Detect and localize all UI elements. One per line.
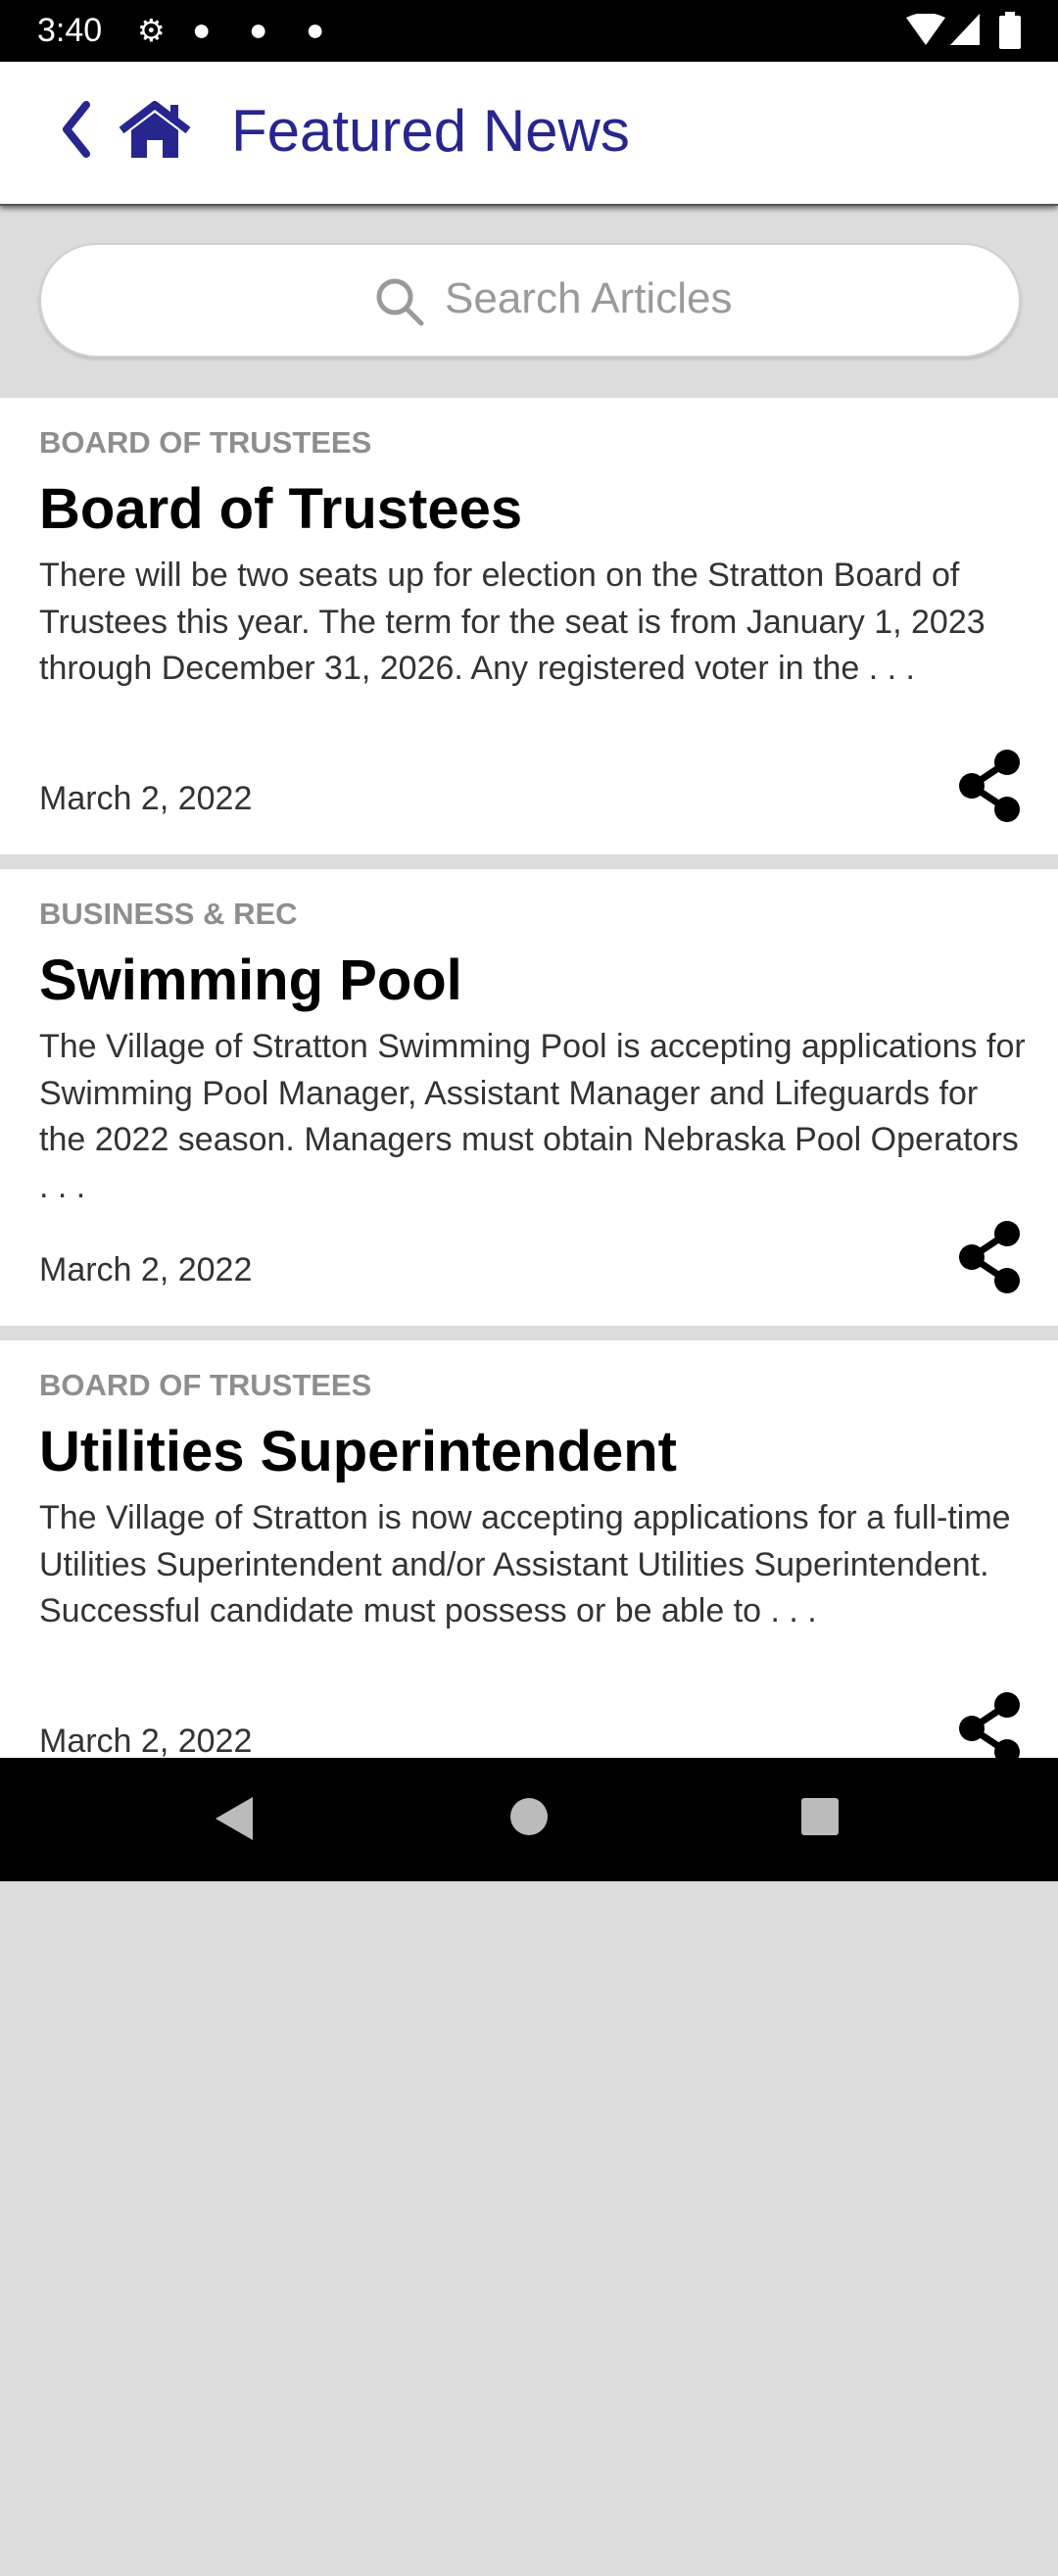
home-button[interactable]: [118, 101, 192, 160]
search-placeholder: Search Articles: [445, 274, 733, 322]
home-nav-button[interactable]: [509, 1797, 549, 1836]
status-bar: 3:40 ⚙ ● ● ●: [0, 0, 1058, 62]
article-list[interactable]: BOARD OF TRUSTEES Board of Trustees Ther…: [0, 398, 1058, 1758]
sync-icon: ●: [249, 12, 268, 47]
article-title[interactable]: Board of Trustees: [39, 476, 522, 542]
article-category: BOARD OF TRUSTEES: [39, 425, 372, 460]
page-title: Featured News: [231, 98, 630, 164]
signal-icon: [950, 14, 980, 45]
article-category: BUSINESS & REC: [39, 897, 298, 931]
gear-icon: ⚙: [137, 13, 166, 48]
article-date: March 2, 2022: [39, 1251, 253, 1288]
recents-nav-button[interactable]: [800, 1797, 840, 1836]
article-card[interactable]: BOARD OF TRUSTEES Board of Trustees Ther…: [0, 398, 1058, 854]
article-date: March 2, 2022: [39, 780, 253, 817]
article-title[interactable]: Swimming Pool: [39, 948, 462, 1013]
share-icon[interactable]: [956, 749, 1023, 823]
wifi-icon: [906, 14, 945, 45]
sync-icon: ●: [192, 12, 212, 47]
status-time: 3:40: [37, 12, 103, 49]
search-input[interactable]: Search Articles: [39, 243, 1021, 358]
back-nav-button[interactable]: [214, 1795, 255, 1842]
sync-icon: ●: [306, 12, 325, 47]
article-summary: The Village of Stratton is now accepting…: [39, 1499, 1011, 1629]
article-date: March 2, 2022: [39, 1723, 253, 1758]
share-icon[interactable]: [956, 1220, 1023, 1294]
article-card[interactable]: BUSINESS & REC Swimming Pool The Village…: [0, 869, 1058, 1326]
article-category: BOARD OF TRUSTEES: [39, 1368, 372, 1402]
app-header: Featured News: [0, 62, 1058, 206]
back-button[interactable]: [57, 101, 96, 158]
share-icon[interactable]: [956, 1691, 1023, 1758]
search-icon: [376, 278, 424, 326]
battery-icon: [999, 12, 1021, 49]
article-title[interactable]: Utilities Superintendent: [39, 1419, 677, 1484]
system-nav-bar: [0, 1758, 1058, 1881]
article-summary: There will be two seats up for election …: [39, 557, 986, 687]
article-card[interactable]: BOARD OF TRUSTEES Utilities Superintende…: [0, 1340, 1058, 1758]
article-summary: The Village of Stratton Swimming Pool is…: [39, 1028, 1026, 1205]
